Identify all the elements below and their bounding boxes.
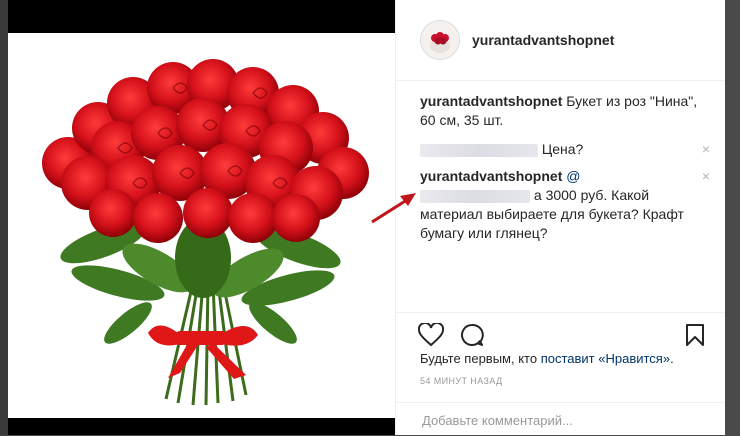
comment-item: Цена? ×: [420, 140, 710, 159]
photo-panel: [8, 0, 395, 435]
likes-suffix: .: [670, 351, 674, 366]
heart-icon[interactable]: [418, 323, 444, 347]
backdrop-edge: [0, 0, 8, 435]
post-modal: yurantadvantshopnet yurantadvantshopnet …: [0, 0, 740, 435]
action-bar: [396, 312, 726, 347]
avatar-image: [421, 21, 459, 59]
comment-item: yurantadvantshopnet @ а 3000 руб. Какой …: [420, 167, 710, 243]
comments-list: yurantadvantshopnet Букет из роз "Нина",…: [420, 92, 710, 251]
rose-bouquet-image: [8, 33, 395, 418]
red-arrow-icon: [371, 193, 416, 224]
like-link[interactable]: поставит «Нравится»: [541, 351, 670, 366]
comment-text: Цена?: [541, 141, 584, 157]
post-header: yurantadvantshopnet: [396, 0, 726, 81]
avatar[interactable]: [420, 20, 460, 60]
likes-text: Будьте первым, кто поставит «Нравится».: [420, 351, 674, 366]
blurred-mention: [420, 189, 530, 203]
header-username[interactable]: yurantadvantshopnet: [472, 32, 614, 48]
delete-comment-icon[interactable]: ×: [702, 140, 710, 158]
blurred-username: [420, 143, 538, 157]
likes-prefix: Будьте первым, кто: [420, 351, 541, 366]
comment-input[interactable]: [420, 412, 704, 429]
backdrop-edge: [725, 0, 740, 435]
post-timestamp[interactable]: 54 МИНУТ НАЗАД: [420, 376, 503, 386]
post-caption: yurantadvantshopnet Букет из роз "Нина",…: [420, 92, 710, 130]
comment-icon[interactable]: [460, 323, 484, 347]
post-photo[interactable]: [8, 33, 395, 418]
mention-prefix: @: [566, 168, 581, 184]
delete-comment-icon[interactable]: ×: [702, 167, 710, 185]
add-comment-bar: [396, 402, 726, 436]
caption-username[interactable]: yurantadvantshopnet: [420, 93, 562, 109]
bookmark-icon[interactable]: [685, 323, 705, 347]
comment-username[interactable]: yurantadvantshopnet: [420, 168, 562, 184]
post-sidebar: yurantadvantshopnet yurantadvantshopnet …: [395, 0, 726, 435]
